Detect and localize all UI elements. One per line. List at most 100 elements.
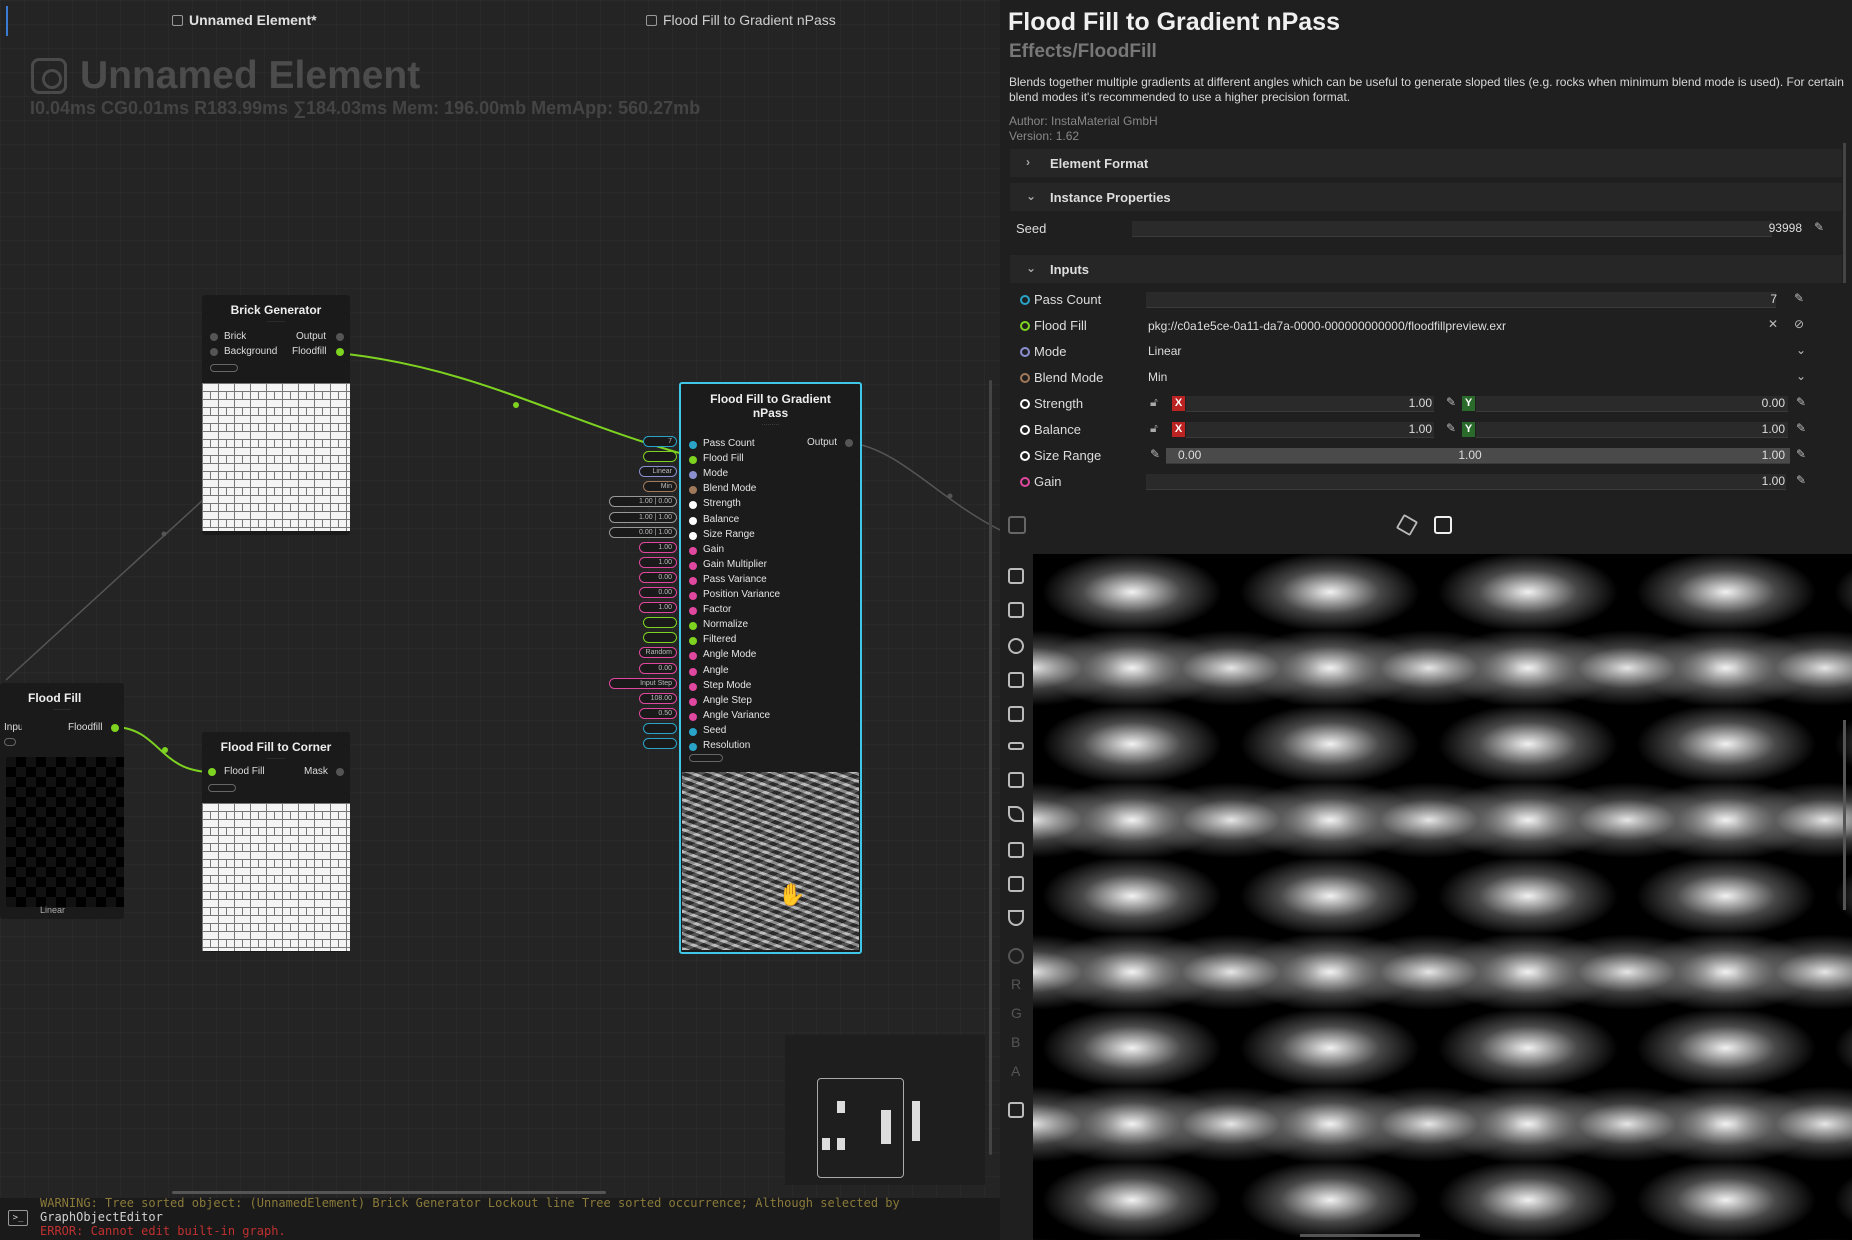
blend-mode-select[interactable]: Min: [1148, 370, 1167, 384]
input-value-chip[interactable]: 1.00: [639, 541, 677, 553]
port-dot[interactable]: [689, 622, 697, 631]
cube-3d-icon[interactable]: [1395, 513, 1419, 537]
port-dot[interactable]: [208, 768, 216, 776]
port-dot[interactable]: [689, 712, 697, 721]
port-dot[interactable]: [336, 333, 344, 341]
chevron-down-icon[interactable]: ⌄: [1796, 369, 1806, 383]
section-inputs[interactable]: ⌄ Inputs: [1010, 255, 1842, 283]
port-dot[interactable]: [689, 561, 697, 570]
input-value-chip[interactable]: 0.00 | 1.00: [609, 526, 677, 538]
seed-slider[interactable]: [1132, 221, 1772, 237]
input-port-row[interactable]: Angle: [681, 665, 861, 680]
port-dot[interactable]: [210, 348, 218, 356]
edit-icon[interactable]: ✎: [1796, 473, 1806, 487]
input-port-row[interactable]: Balance: [681, 514, 861, 529]
input-value-chip[interactable]: 0.50: [639, 707, 677, 719]
grid-icon[interactable]: [1008, 876, 1024, 892]
input-value-chip[interactable]: [643, 451, 677, 463]
input-value-chip[interactable]: Random: [639, 647, 677, 659]
input-port-row[interactable]: Angle Variance: [681, 710, 861, 725]
port-dot[interactable]: [689, 652, 697, 661]
square-icon[interactable]: [1008, 772, 1024, 788]
input-port-row[interactable]: Pass Count: [681, 438, 861, 453]
port-dot[interactable]: [689, 501, 697, 510]
input-value-chip[interactable]: [643, 617, 677, 629]
input-port-row[interactable]: Normalize: [681, 619, 861, 634]
input-value-chip[interactable]: 108.00: [639, 692, 677, 704]
edit-icon[interactable]: ✎: [1796, 447, 1806, 461]
node-options-toggle[interactable]: [4, 738, 16, 746]
pass-count-slider[interactable]: [1146, 292, 1776, 308]
node-flood-fill-to-gradient[interactable]: Flood Fill to Gradient nPass ········· O…: [679, 382, 862, 954]
expand-icon[interactable]: [1008, 706, 1024, 722]
input-value-chip[interactable]: [643, 722, 677, 734]
chevron-down-icon[interactable]: ⌄: [1796, 343, 1806, 357]
graph-editor[interactable]: Unnamed Element* Flood Fill to Gradient …: [0, 0, 1000, 1240]
edit-icon[interactable]: ✎: [1794, 291, 1804, 305]
save-icon[interactable]: [1008, 568, 1024, 584]
input-value-chip[interactable]: Min: [643, 481, 677, 493]
port-dot[interactable]: [689, 667, 697, 676]
port-dot[interactable]: [689, 607, 697, 616]
input-value-chip[interactable]: 7: [643, 436, 677, 447]
port-dot[interactable]: [689, 727, 697, 736]
input-value-chip[interactable]: 0.00: [639, 587, 677, 598]
edit-icon[interactable]: ✎: [1150, 447, 1160, 461]
port-dot[interactable]: [336, 768, 344, 776]
pen-icon[interactable]: [1008, 806, 1024, 822]
port-dot[interactable]: [689, 531, 697, 540]
input-port-row[interactable]: Angle Step: [681, 695, 861, 710]
input-value-chip[interactable]: 1.00 | 0.00: [609, 496, 677, 508]
input-value-chip[interactable]: 1.00: [639, 602, 677, 614]
image-2d-icon[interactable]: [1434, 516, 1452, 534]
graph-horizontal-scrollbar[interactable]: [172, 1191, 606, 1194]
section-element-format[interactable]: › Element Format: [1010, 149, 1842, 177]
input-port-row[interactable]: Factor: [681, 604, 861, 619]
target-icon[interactable]: [1008, 638, 1024, 654]
input-port-row[interactable]: Flood Fill: [681, 453, 861, 468]
node-flood-fill[interactable]: Flood Fill ········· Input Floodfill Lin…: [0, 683, 124, 919]
input-value-chip[interactable]: Linear: [639, 466, 677, 478]
terminal-icon[interactable]: >_: [8, 1210, 28, 1226]
mode-select[interactable]: Linear: [1148, 344, 1181, 358]
preview-horizontal-scrollbar[interactable]: [1300, 1234, 1420, 1237]
node-options-toggle[interactable]: [689, 754, 723, 762]
section-instance-properties[interactable]: ⌄ Instance Properties: [1010, 183, 1842, 211]
fit-view-icon[interactable]: [1008, 672, 1024, 688]
channel-a[interactable]: A: [1011, 1063, 1020, 1079]
input-value-chip[interactable]: Input Step: [609, 677, 677, 689]
port-dot[interactable]: [689, 546, 697, 555]
edit-icon[interactable]: ✎: [1796, 421, 1806, 435]
port-dot[interactable]: [689, 486, 697, 495]
port-dot[interactable]: [689, 697, 697, 706]
port-dot[interactable]: [210, 333, 218, 341]
input-port-row[interactable]: Gain: [681, 544, 861, 559]
port-dot[interactable]: [689, 471, 697, 480]
node-options-toggle[interactable]: [208, 784, 236, 792]
input-port-row[interactable]: Angle Mode: [681, 649, 861, 664]
lock-icon[interactable]: 🔓︎: [1150, 421, 1158, 436]
preview-image[interactable]: [1033, 554, 1852, 1240]
channel-g[interactable]: G: [1011, 1005, 1022, 1021]
close-icon[interactable]: ✕: [1768, 317, 1778, 331]
flood-fill-path[interactable]: pkg://c0a1e5ce-0a11-da7a-0000-0000000000…: [1148, 319, 1506, 333]
edit-icon[interactable]: ✎: [1446, 421, 1456, 435]
back-icon[interactable]: [1008, 516, 1026, 534]
input-port-row[interactable]: Resolution: [681, 740, 861, 755]
input-value-chip[interactable]: 1.00: [639, 556, 677, 568]
port-dot[interactable]: [689, 682, 697, 691]
input-port-row[interactable]: Seed: [681, 725, 861, 740]
port-dot[interactable]: [689, 592, 697, 600]
minimap-viewport[interactable]: [817, 1078, 904, 1178]
checker-icon[interactable]: [1008, 842, 1024, 858]
clipboard-icon[interactable]: [1008, 602, 1024, 618]
input-value-chip[interactable]: [643, 632, 677, 644]
input-port-row[interactable]: Step Mode: [681, 680, 861, 695]
input-port-row[interactable]: Filtered: [681, 634, 861, 649]
console-panel[interactable]: >_ WARNING: Tree sorted object: (Unnamed…: [0, 1196, 1000, 1240]
ruler-icon[interactable]: [1008, 742, 1024, 750]
port-dot[interactable]: [689, 456, 697, 465]
graph-vertical-scrollbar[interactable]: [989, 380, 992, 1155]
input-value-chip[interactable]: 1.00 | 1.00: [609, 511, 677, 523]
port-dot[interactable]: [689, 637, 697, 646]
